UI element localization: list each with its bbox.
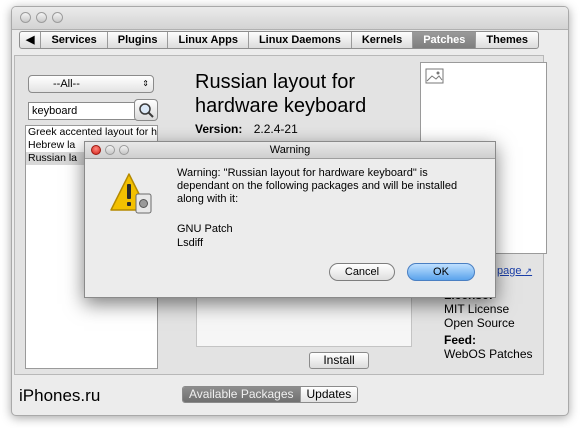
cancel-button[interactable]: Cancel: [329, 263, 395, 281]
list-item[interactable]: Greek accented layout for ha: [26, 126, 157, 139]
external-link-icon: ↗: [524, 266, 533, 276]
dependency-item: GNU Patch: [177, 223, 233, 235]
version-label: Version:: [195, 122, 243, 136]
homepage-link[interactable]: page ↗: [497, 265, 532, 277]
version-row: Version: 2.2.4-21: [195, 122, 298, 136]
search-input[interactable]: [28, 102, 138, 120]
image-placeholder-icon: [425, 68, 444, 84]
license-value-1: MIT License: [444, 302, 510, 316]
close-window-button[interactable]: [20, 12, 31, 23]
tab-linux-apps[interactable]: Linux Apps: [167, 32, 247, 48]
category-tabs: ◀ Services Plugins Linux Apps Linux Daem…: [19, 31, 539, 49]
tab-services[interactable]: Services: [40, 32, 106, 48]
filter-select-value: --All--: [53, 78, 80, 90]
dependency-item: Lsdiff: [177, 237, 204, 249]
dialog-titlebar: Warning: [85, 142, 495, 159]
dialog-minimize-button[interactable]: [105, 145, 115, 155]
dialog-close-button[interactable]: [91, 145, 101, 155]
dialog-message: Warning: "Russian layout for hardware ke…: [177, 167, 458, 205]
homepage-link-text: page: [497, 265, 522, 277]
package-meta: License: MIT License Open Source Feed: W…: [444, 288, 533, 361]
tab-scroll-left[interactable]: ◀: [20, 32, 40, 48]
minimize-window-button[interactable]: [36, 12, 47, 23]
window-titlebar: [12, 7, 568, 30]
dependency-list: GNU Patch Lsdiff: [177, 222, 233, 250]
search-icon: [139, 103, 154, 118]
tab-linux-daemons[interactable]: Linux Daemons: [247, 32, 351, 48]
tab-kernels[interactable]: Kernels: [350, 32, 412, 48]
warning-icon: [110, 173, 152, 214]
tab-updates[interactable]: Updates: [299, 387, 358, 402]
filter-select[interactable]: --All-- ⇕: [28, 75, 154, 93]
package-title-line-1: Russian layout for: [195, 71, 356, 93]
package-title: Russian layout for hardware keyboard: [195, 70, 366, 118]
watermark: iPhones.ru: [19, 386, 101, 405]
search-button[interactable]: [134, 99, 158, 121]
dialog-title: Warning: [269, 144, 311, 156]
dialog-zoom-button[interactable]: [119, 145, 129, 155]
tab-available-packages[interactable]: Available Packages: [183, 387, 300, 402]
zoom-window-button[interactable]: [52, 12, 63, 23]
warning-dialog: Warning Warning: "Russian layout for har…: [84, 141, 496, 298]
tab-plugins[interactable]: Plugins: [106, 32, 168, 48]
feed-label: Feed:: [444, 333, 477, 347]
chevron-updown-icon: ⇕: [142, 79, 149, 88]
ok-button[interactable]: OK: [407, 263, 475, 281]
version-value: 2.2.4-21: [253, 122, 298, 136]
tab-themes[interactable]: Themes: [475, 32, 538, 48]
tab-patches[interactable]: Patches: [412, 32, 476, 48]
install-button[interactable]: Install: [309, 352, 369, 369]
feed-value: WebOS Patches: [444, 347, 533, 361]
package-title-line-2: hardware keyboard: [195, 95, 367, 117]
license-value-2: Open Source: [444, 316, 515, 330]
bottom-view-tabs: Available Packages Updates: [182, 386, 359, 403]
